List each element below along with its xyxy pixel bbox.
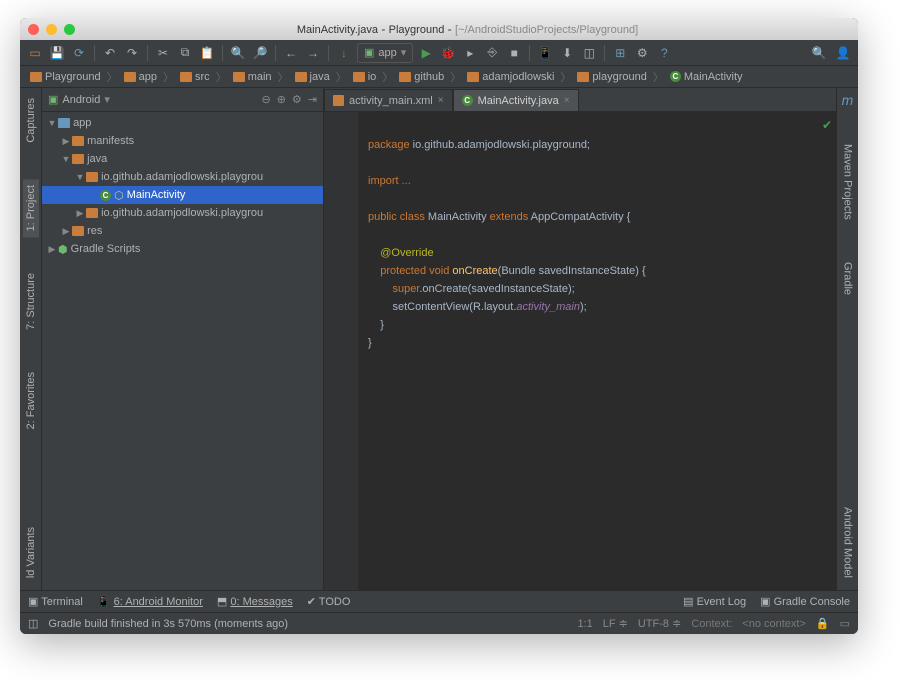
tool-tab-messages[interactable]: ⬒ 0: Messages [217,595,293,608]
tool-tab-terminal[interactable]: ▣ Terminal [28,595,83,608]
gear-icon[interactable]: ⚙ [292,93,302,106]
line-gutter [324,112,358,590]
tool-tab-gradle[interactable]: Gradle [840,256,856,301]
sync-icon[interactable]: ⟳ [70,44,88,62]
back-icon[interactable]: ← [282,44,300,62]
breadcrumb-item[interactable]: java [291,71,334,83]
tool-tab-android-model[interactable]: Android Model [840,501,856,584]
breadcrumb-item[interactable]: adamjodlowski [463,71,558,83]
breadcrumb-item[interactable]: main [229,71,276,83]
profile-icon[interactable]: ▸ [461,44,479,62]
find-icon[interactable]: 🔍 [229,44,247,62]
run-icon[interactable]: ▶ [417,44,435,62]
main-toolbar: ▭ 💾 ⟳ ↶ ↷ ✂ ⧉ 📋 🔍 🔎 ← → ↓ ▣app▾ ▶ 🐞 ▸ ⎆ … [20,40,858,66]
status-indicator-icon[interactable]: ◫ [28,617,38,630]
sdk-icon[interactable]: ⬇ [558,44,576,62]
tool-tab-project[interactable]: 1: Project [23,179,39,237]
bottom-toolbar: ▣ Terminal 📱 6: Android Monitor ⬒ 0: Mes… [20,590,858,612]
breadcrumb-item[interactable]: github [395,71,448,83]
attach-icon[interactable]: ⎆ [483,44,501,62]
code-content[interactable]: ✔package io.github.adamjodlowski.playgro… [358,112,836,590]
project-tree: ▼ app ▶ manifests ▼ java ▼ io.github.ada… [42,112,323,590]
open-icon[interactable]: ▭ [26,44,44,62]
breadcrumb-item[interactable]: playground [573,71,650,83]
breadcrumb: Playground〉 app〉 src〉 main〉 java〉 io〉 gi… [20,66,858,88]
paste-icon[interactable]: 📋 [198,44,216,62]
tree-node-res[interactable]: ▶ res [42,222,323,240]
traffic-lights [28,24,75,35]
tree-node-package-test[interactable]: ▶ io.github.adamjodlowski.playgrou [42,204,323,222]
tree-node-java[interactable]: ▼ java [42,150,323,168]
context-value[interactable]: <no context> [742,618,806,630]
editor-area: activity_main.xml× CMainActivity.java× ✔… [324,88,836,590]
forward-icon[interactable]: → [304,44,322,62]
save-icon[interactable]: 💾 [48,44,66,62]
tool-tab-captures[interactable]: Captures [23,92,39,149]
user-icon[interactable]: 👤 [834,44,852,62]
ide-window: MainActivity.java - Playground - [~/Andr… [20,18,858,634]
breadcrumb-item[interactable]: src [176,71,214,83]
project-panel: ▣ Android ▾ ⊖ ⊕ ⚙ ⇥ ▼ app ▶ manifests ▼ … [42,88,324,590]
check-icon: ✔ [822,116,832,134]
search-icon[interactable]: 🔍 [810,44,828,62]
minimize-icon[interactable] [46,24,57,35]
make-icon[interactable]: ↓ [335,44,353,62]
titlebar[interactable]: MainActivity.java - Playground - [~/Andr… [20,18,858,40]
undo-icon[interactable]: ↶ [101,44,119,62]
encoding[interactable]: UTF-8 ≑ [638,617,681,630]
status-bar: ◫ Gradle build finished in 3s 570ms (mom… [20,612,858,634]
run-config-selector[interactable]: ▣app▾ [357,43,413,63]
tool-tab-monitor[interactable]: 📱 6: Android Monitor [97,595,203,608]
close-tab-icon[interactable]: × [438,95,444,106]
memory-indicator[interactable]: ▭ [840,617,850,630]
right-gutter: m Maven Projects Gradle Android Model [836,88,858,590]
editor-tab[interactable]: activity_main.xml× [324,89,453,111]
left-gutter: Captures 1: Project 7: Structure 2: Favo… [20,88,42,590]
breadcrumb-item[interactable]: app [120,71,161,83]
breadcrumb-item[interactable]: io [349,71,381,83]
hide-icon[interactable]: ⇥ [308,93,317,106]
editor-tabs: activity_main.xml× CMainActivity.java× [324,88,836,112]
redo-icon[interactable]: ↷ [123,44,141,62]
tree-node-mainactivity[interactable]: C ⬡ MainActivity [42,186,323,204]
project-panel-header: ▣ Android ▾ ⊖ ⊕ ⚙ ⇥ [42,88,323,112]
tool-tab-gradle-console[interactable]: ▣ Gradle Console [760,595,850,608]
hector-icon[interactable]: 🔒 [816,617,830,630]
collapse-icon[interactable]: ⊖ [261,93,270,106]
caret-position[interactable]: 1:1 [577,618,592,630]
tool-tab-maven[interactable]: Maven Projects [840,138,856,226]
structure-icon[interactable]: ⊞ [611,44,629,62]
context-label: Context: [691,618,732,630]
tool-tab-favorites[interactable]: 2: Favorites [23,366,39,435]
debug-icon[interactable]: 🐞 [439,44,457,62]
window-title: MainActivity.java - Playground - [~/Andr… [85,22,850,36]
breadcrumb-item[interactable]: CMainActivity [666,71,747,83]
tool-tab-variants[interactable]: ld Variants [23,521,39,584]
stop-icon[interactable]: ■ [505,44,523,62]
editor-tab[interactable]: CMainActivity.java× [453,89,579,111]
tool-tab-eventlog[interactable]: ▤ Event Log [683,595,746,608]
code-editor[interactable]: ✔package io.github.adamjodlowski.playgro… [324,112,836,590]
settings-icon[interactable]: ⚙ [633,44,651,62]
tool-tab-todo[interactable]: ✔ TODO [307,595,351,608]
cut-icon[interactable]: ✂ [154,44,172,62]
tree-node-app[interactable]: ▼ app [42,114,323,132]
zoom-icon[interactable] [64,24,75,35]
target-icon[interactable]: ⊕ [277,93,286,106]
copy-icon[interactable]: ⧉ [176,44,194,62]
line-ending[interactable]: LF ≑ [603,617,628,630]
tree-node-package[interactable]: ▼ io.github.adamjodlowski.playgrou [42,168,323,186]
close-tab-icon[interactable]: × [564,95,570,106]
maven-m-icon[interactable]: m [842,92,854,108]
close-icon[interactable] [28,24,39,35]
ddms-icon[interactable]: ◫ [580,44,598,62]
tree-node-manifests[interactable]: ▶ manifests [42,132,323,150]
tool-tab-structure[interactable]: 7: Structure [23,267,39,336]
status-message: Gradle build finished in 3s 570ms (momen… [48,618,288,630]
breadcrumb-item[interactable]: Playground [26,71,105,83]
tree-node-gradle[interactable]: ▶⬢ Gradle Scripts [42,240,323,258]
help-icon[interactable]: ? [655,44,673,62]
replace-icon[interactable]: 🔎 [251,44,269,62]
avd-icon[interactable]: 📱 [536,44,554,62]
